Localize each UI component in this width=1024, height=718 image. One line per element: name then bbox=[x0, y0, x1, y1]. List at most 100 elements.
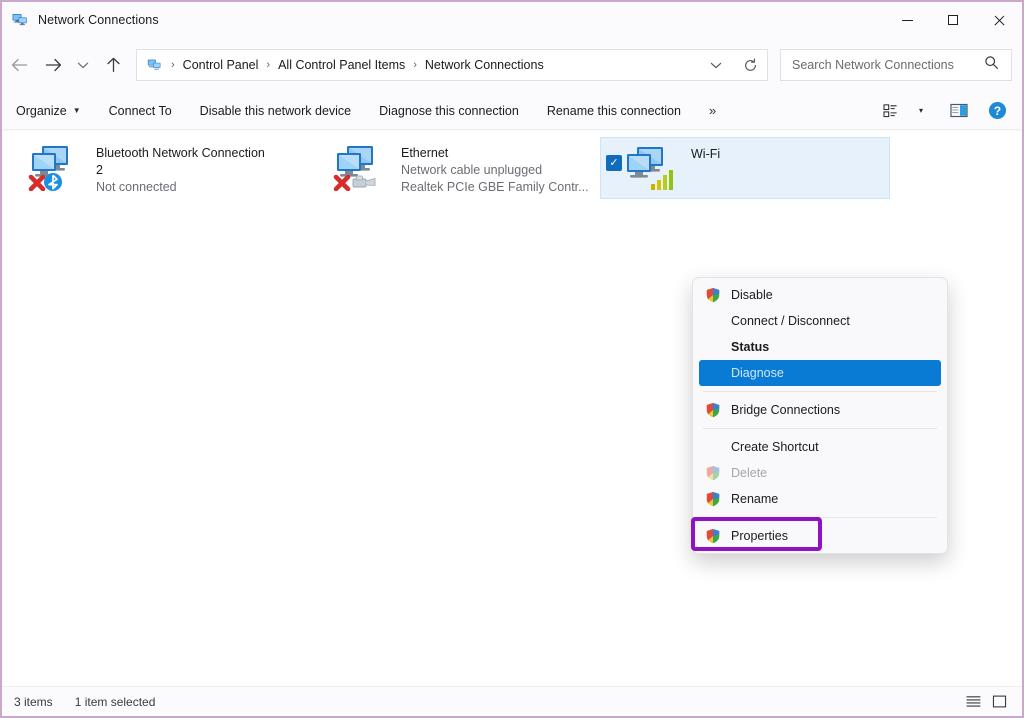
minimize-icon bbox=[901, 19, 913, 21]
command-bar: Organize ▼ Connect To Disable this netwo… bbox=[2, 92, 1022, 130]
view-options-icon[interactable] bbox=[876, 96, 906, 126]
adapter-name: Bluetooth Network Connection bbox=[96, 146, 265, 160]
close-button[interactable] bbox=[976, 2, 1022, 38]
back-button[interactable] bbox=[2, 49, 36, 81]
list-item[interactable]: Bluetooth Network Connection 2 Not conne… bbox=[22, 137, 312, 202]
toolbar-overflow-button[interactable]: » bbox=[695, 103, 730, 118]
context-menu-label: Disable bbox=[731, 288, 773, 302]
breadcrumb-item-control-panel[interactable]: Control Panel bbox=[183, 58, 259, 72]
context-menu-item-bridge-connections[interactable]: Bridge Connections bbox=[693, 397, 947, 423]
toolbar-diagnose-connection-button[interactable]: Diagnose this connection bbox=[365, 92, 533, 130]
context-menu-item-rename[interactable]: Rename bbox=[693, 486, 947, 512]
wifi-adapter-icon bbox=[623, 144, 685, 192]
context-menu-item-properties[interactable]: Properties bbox=[693, 523, 947, 549]
chevron-down-icon: ▼ bbox=[72, 106, 81, 115]
status-view-toggles bbox=[960, 690, 1022, 714]
recent-locations-button[interactable] bbox=[70, 49, 96, 81]
refresh-icon[interactable] bbox=[733, 50, 767, 80]
breadcrumb[interactable]: › Control Panel › All Control Panel Item… bbox=[136, 49, 768, 81]
network-connections-window: Network Connections › Control Panel › Al… bbox=[0, 0, 1024, 718]
connections-list: Bluetooth Network Connection 2 Not conne… bbox=[2, 131, 1022, 686]
minimize-button[interactable] bbox=[884, 2, 930, 38]
list-item-text: Bluetooth Network Connection 2 Not conne… bbox=[96, 143, 265, 196]
adapter-name: Ethernet bbox=[401, 146, 449, 160]
toolbar-diagnose-connection-label: Diagnose this connection bbox=[379, 103, 519, 118]
context-menu-separator bbox=[703, 391, 937, 392]
search-input[interactable]: Search Network Connections bbox=[792, 58, 984, 72]
breadcrumb-separator: › bbox=[413, 59, 417, 71]
context-menu-label: Properties bbox=[731, 529, 788, 543]
adapter-name-line2: 2 bbox=[96, 163, 103, 177]
list-item[interactable]: Ethernet Network cable unplugged Realtek… bbox=[327, 137, 617, 202]
context-menu-label: Delete bbox=[731, 466, 768, 480]
svg-text:?: ? bbox=[993, 104, 1000, 118]
shield-icon bbox=[705, 402, 721, 418]
toolbar-organize-label: Organize bbox=[16, 103, 67, 118]
context-menu-item-disable[interactable]: Disable bbox=[693, 282, 947, 308]
shield-icon bbox=[705, 465, 721, 481]
window-controls bbox=[884, 2, 1022, 38]
adapter-status: Network cable unplugged bbox=[401, 163, 543, 177]
toolbar-disable-device-button[interactable]: Disable this network device bbox=[186, 92, 365, 130]
chevron-down-icon: ▾ bbox=[918, 106, 923, 115]
toolbar-right-group: ▾ ? bbox=[876, 96, 1022, 126]
breadcrumb-separator: › bbox=[266, 59, 271, 71]
preview-pane-icon[interactable] bbox=[944, 96, 974, 126]
shield-icon bbox=[705, 528, 721, 544]
search-box[interactable]: Search Network Connections bbox=[780, 49, 1012, 81]
list-item-text: Wi-Fi bbox=[691, 144, 720, 192]
shield-icon bbox=[705, 287, 721, 303]
toolbar-connect-to-label: Connect To bbox=[108, 103, 172, 118]
up-button[interactable] bbox=[96, 49, 130, 81]
context-menu-item-delete: Delete bbox=[693, 460, 947, 486]
title-bar: Network Connections bbox=[2, 2, 1022, 38]
window-title: Network Connections bbox=[38, 13, 159, 27]
toolbar-rename-connection-label: Rename this connection bbox=[546, 103, 681, 118]
large-icons-view-icon[interactable] bbox=[986, 690, 1012, 714]
context-menu-label: Rename bbox=[731, 492, 779, 506]
context-menu-label: Diagnose bbox=[731, 366, 784, 380]
list-item-text: Ethernet Network cable unplugged Realtek… bbox=[401, 143, 589, 196]
forward-button[interactable] bbox=[36, 49, 70, 81]
adapter-status: Not connected bbox=[96, 180, 177, 194]
network-connections-icon bbox=[11, 11, 29, 29]
context-menu-item-diagnose[interactable]: Diagnose bbox=[699, 360, 941, 386]
view-options-caret-icon[interactable]: ▾ bbox=[906, 96, 936, 126]
context-menu-label: Connect / Disconnect bbox=[731, 314, 850, 328]
breadcrumb-separator: › bbox=[171, 59, 175, 71]
bluetooth-network-adapter-icon bbox=[28, 143, 90, 192]
toolbar-connect-to-button[interactable]: Connect To bbox=[95, 92, 186, 130]
status-bar: 3 items 1 item selected bbox=[2, 686, 1022, 716]
toolbar-organize-button[interactable]: Organize ▼ bbox=[2, 92, 95, 130]
breadcrumb-network-icon bbox=[146, 57, 163, 73]
search-icon[interactable] bbox=[984, 55, 999, 75]
shield-icon bbox=[705, 491, 721, 507]
selection-checkbox[interactable]: ✓ bbox=[606, 155, 622, 171]
context-menu-label: Bridge Connections bbox=[731, 403, 841, 417]
maximize-button[interactable] bbox=[930, 2, 976, 38]
toolbar-rename-connection-button[interactable]: Rename this connection bbox=[533, 92, 695, 130]
adapter-device: Realtek PCIe GBE Family Contr... bbox=[401, 180, 589, 194]
ethernet-adapter-icon bbox=[333, 143, 395, 192]
context-menu: Disable Connect / Disconnect Status Diag… bbox=[692, 277, 948, 554]
breadcrumb-item-all-control-panel-items[interactable]: All Control Panel Items bbox=[278, 58, 405, 72]
context-menu-item-status[interactable]: Status bbox=[693, 334, 947, 360]
list-view-icon[interactable] bbox=[960, 690, 986, 714]
chevron-down-icon[interactable] bbox=[699, 50, 733, 80]
toolbar-disable-device-label: Disable this network device bbox=[199, 103, 352, 118]
context-menu-label: Create Shortcut bbox=[731, 440, 819, 454]
context-menu-item-connect-disconnect[interactable]: Connect / Disconnect bbox=[693, 308, 947, 334]
close-icon bbox=[993, 14, 1006, 27]
context-menu-separator bbox=[703, 517, 937, 518]
list-item[interactable]: ✓ Wi-Fi bbox=[600, 137, 890, 199]
breadcrumb-item-network-connections[interactable]: Network Connections bbox=[425, 58, 544, 72]
status-selection: 1 item selected bbox=[74, 694, 156, 709]
help-icon[interactable]: ? bbox=[982, 96, 1012, 126]
address-bar: › Control Panel › All Control Panel Item… bbox=[2, 42, 1022, 88]
context-menu-item-create-shortcut[interactable]: Create Shortcut bbox=[693, 434, 947, 460]
maximize-icon bbox=[948, 15, 958, 25]
context-menu-separator bbox=[703, 428, 937, 429]
status-item-count: 3 items bbox=[14, 694, 53, 709]
adapter-name: Wi-Fi bbox=[691, 147, 721, 161]
context-menu-label: Status bbox=[731, 340, 770, 354]
